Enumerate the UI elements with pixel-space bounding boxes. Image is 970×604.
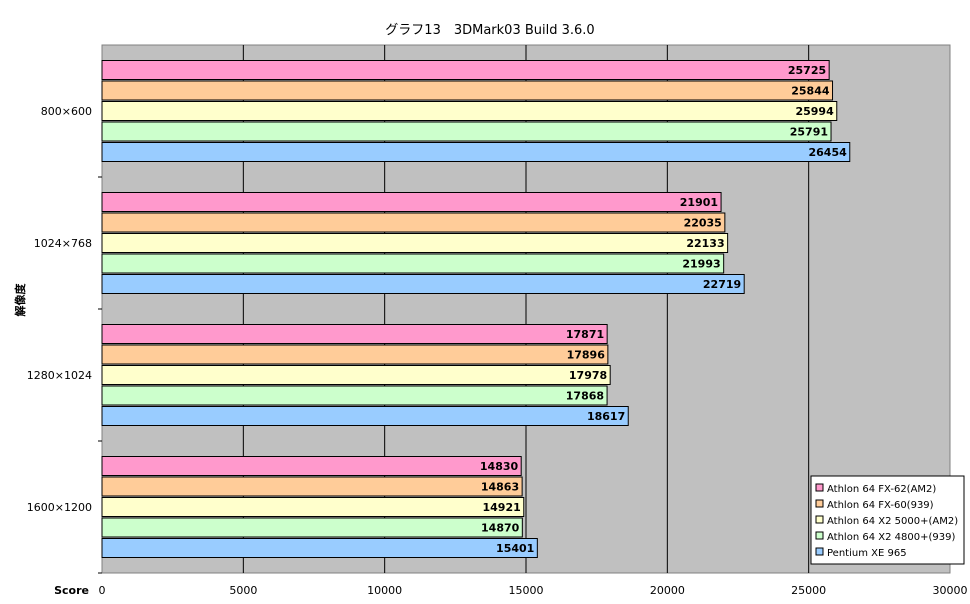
x-tick-label: 15000	[509, 584, 544, 597]
data-label: 17896	[567, 349, 606, 362]
data-label: 25844	[791, 85, 830, 98]
data-label: 18617	[587, 410, 625, 423]
legend-label: Athlon 64 X2 5000+(AM2)	[827, 516, 958, 527]
data-label: 17871	[566, 328, 604, 341]
bar	[101, 517, 523, 538]
legend-label: Athlon 64 FX-62(AM2)	[827, 484, 936, 495]
bar	[101, 456, 522, 476]
data-label: 26454	[808, 146, 847, 159]
legend-label: Pentium XE 965	[827, 548, 907, 559]
bar	[101, 212, 726, 233]
legend: Athlon 64 FX-62(AM2) Athlon 64 FX-60(939)…	[810, 475, 965, 565]
legend-swatch	[815, 547, 824, 556]
data-label: 14830	[480, 460, 519, 473]
bar	[101, 385, 608, 406]
bar	[101, 142, 851, 162]
data-label: 21993	[682, 258, 720, 271]
bar	[101, 324, 608, 344]
bar	[101, 406, 629, 426]
data-label: 15401	[496, 542, 534, 555]
y-axis-title: 解像度	[13, 283, 27, 317]
x-tick-label: 20000	[650, 584, 685, 597]
bar	[101, 274, 745, 294]
bar	[101, 121, 832, 142]
x-tick-label: 30000	[933, 584, 968, 597]
data-label: 17978	[569, 369, 607, 382]
x-tick-label: 5000	[229, 584, 257, 597]
bar	[101, 538, 538, 558]
bar	[101, 101, 838, 121]
data-label: 22133	[686, 237, 724, 250]
legend-swatch	[815, 531, 824, 540]
data-label: 25725	[788, 64, 826, 77]
chart-title: グラフ13 3DMark03 Build 3.6.0	[385, 23, 594, 38]
data-label: 14870	[481, 522, 520, 535]
legend-swatch	[815, 499, 824, 508]
bar-chart: グラフ13 3DMark03 Build 3.6.0 解像度 Score 0 50…	[13, 23, 968, 597]
bar	[101, 60, 830, 80]
data-label: 14863	[481, 481, 519, 494]
bar	[101, 497, 525, 517]
bar	[101, 365, 611, 385]
bar	[101, 233, 729, 253]
bar	[101, 344, 609, 365]
legend-label: Athlon 64 FX-60(939)	[827, 500, 934, 511]
data-label: 25994	[795, 105, 834, 118]
data-label: 25791	[790, 126, 828, 139]
x-tick-label: 25000	[791, 584, 826, 597]
y-tick-label: 1280×1024	[27, 369, 92, 382]
bar	[101, 476, 523, 497]
x-axis-title: Score	[54, 584, 89, 597]
data-label: 21901	[680, 196, 718, 209]
y-tick-label: 800×600	[41, 105, 92, 118]
bar	[101, 80, 834, 101]
bar	[101, 192, 722, 212]
data-label: 14921	[482, 501, 520, 514]
legend-swatch	[815, 515, 824, 524]
legend-label: Athlon 64 X2 4800+(939)	[827, 532, 955, 543]
x-tick-label: 10000	[367, 584, 402, 597]
legend-swatch	[815, 483, 824, 492]
data-label: 22719	[703, 278, 741, 291]
data-label: 22035	[684, 217, 722, 230]
bar	[101, 253, 725, 274]
data-label: 17868	[566, 390, 604, 403]
x-tick-label: 0	[99, 584, 106, 597]
y-tick-label: 1024×768	[34, 237, 92, 250]
y-tick-label: 1600×1200	[27, 501, 92, 514]
